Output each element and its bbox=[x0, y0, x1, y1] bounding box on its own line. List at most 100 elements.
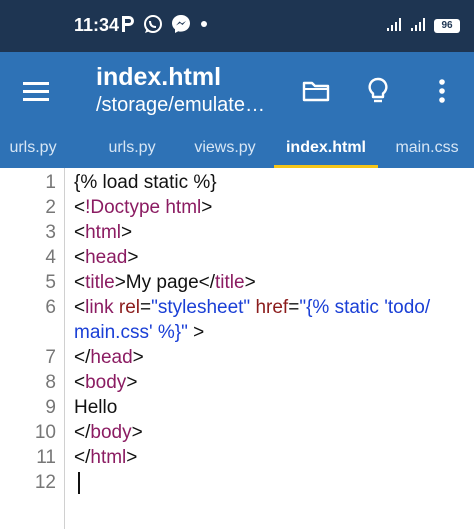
token-tag: head bbox=[90, 347, 133, 368]
signal-icon bbox=[386, 16, 404, 37]
signal-icon-2 bbox=[410, 16, 428, 37]
tab-views-py[interactable]: views.py bbox=[178, 130, 272, 168]
token-plain: < bbox=[74, 272, 86, 293]
token-plain: > bbox=[126, 372, 138, 393]
token-plain: {% load static %} bbox=[74, 172, 217, 193]
token-tag: title bbox=[215, 272, 245, 293]
file-title: index.html bbox=[96, 63, 222, 91]
parking-icon bbox=[120, 14, 136, 39]
token-plain: < bbox=[74, 197, 86, 218]
more-options-button[interactable] bbox=[422, 71, 462, 111]
code-line[interactable]: 11 </html> bbox=[0, 445, 474, 470]
code-line[interactable]: 8 <body> bbox=[0, 370, 474, 395]
whatsapp-icon bbox=[142, 13, 164, 40]
code-text: <title>My page</title> bbox=[74, 270, 256, 295]
token-plain: </ bbox=[74, 422, 91, 443]
code-line[interactable]: 4 <head> bbox=[0, 245, 474, 270]
line-number: 5 bbox=[45, 272, 56, 293]
token-plain: < bbox=[74, 247, 86, 268]
line-number: 10 bbox=[34, 422, 56, 443]
code-text: <link rel="stylesheet" href="{% static '… bbox=[74, 295, 430, 320]
code-text: main.css' %}" > bbox=[74, 320, 204, 345]
line-number: 8 bbox=[45, 372, 56, 393]
text-cursor bbox=[78, 472, 80, 494]
token-plain: </ bbox=[74, 347, 91, 368]
tab-urls-py-2[interactable]: urls.py bbox=[88, 130, 176, 168]
token-tag: !Doctype html bbox=[85, 197, 202, 218]
token-plain: > bbox=[126, 447, 138, 468]
code-text: </body> bbox=[74, 420, 143, 445]
token-plain: = bbox=[288, 297, 300, 318]
tab-urls-py-1[interactable]: urls.py bbox=[0, 130, 88, 168]
token-tag: body bbox=[90, 422, 132, 443]
code-line[interactable]: 10 </body> bbox=[0, 420, 474, 445]
token-plain: = bbox=[140, 297, 152, 318]
token-plain: < bbox=[74, 297, 86, 318]
line-number: 1 bbox=[45, 172, 56, 193]
line-number: 7 bbox=[45, 347, 56, 368]
code-editor[interactable]: 1 {% load static %} 2 <!Doctype html> 3 <html… bbox=[0, 168, 474, 529]
code-text: <body> bbox=[74, 370, 137, 395]
token-str: main.css' %}" bbox=[74, 322, 188, 343]
token-plain: > bbox=[131, 422, 143, 443]
code-text: Hello bbox=[74, 395, 117, 420]
code-line[interactable]: main.css' %}" > bbox=[0, 320, 474, 345]
line-number: 4 bbox=[45, 247, 56, 268]
token-attr: href bbox=[255, 297, 289, 318]
token-plain: > bbox=[187, 322, 205, 343]
code-line[interactable]: 9 Hello bbox=[0, 395, 474, 420]
code-line[interactable]: 12 bbox=[0, 470, 474, 495]
dot-icon bbox=[198, 17, 210, 35]
code-line[interactable]: 5 <title>My page</title> bbox=[0, 270, 474, 295]
token-plain: > bbox=[201, 197, 213, 218]
token-plain: < bbox=[74, 372, 86, 393]
token-plain: > bbox=[127, 247, 139, 268]
tab-main-css[interactable]: main.css bbox=[380, 130, 474, 168]
line-number: 11 bbox=[36, 447, 56, 468]
token-plain: > bbox=[244, 272, 256, 293]
tab-index-html[interactable]: index.html bbox=[274, 130, 378, 168]
token-tag: title bbox=[85, 272, 115, 293]
token-str: "stylesheet" bbox=[151, 297, 251, 318]
code-line[interactable]: 1 {% load static %} bbox=[0, 170, 474, 195]
code-text: {% load static %} bbox=[74, 170, 217, 195]
status-bar: 11:34 96 bbox=[0, 0, 474, 52]
open-folder-button[interactable] bbox=[296, 71, 336, 111]
token-tag: html bbox=[85, 222, 122, 243]
token-plain: > bbox=[121, 222, 133, 243]
menu-button[interactable] bbox=[14, 72, 58, 110]
token-plain: < bbox=[74, 222, 86, 243]
line-number: 9 bbox=[45, 397, 56, 418]
code-text: </head> bbox=[74, 345, 144, 370]
hint-button[interactable] bbox=[358, 71, 398, 111]
code-text: <head> bbox=[74, 245, 139, 270]
battery-icon: 96 bbox=[434, 19, 460, 33]
line-number: 2 bbox=[45, 197, 56, 218]
app-bar: index.html /storage/emulate… bbox=[0, 52, 474, 130]
lightbulb-icon bbox=[368, 77, 388, 103]
status-time: 11:34 bbox=[74, 15, 120, 35]
code-text: <html> bbox=[74, 220, 132, 245]
hamburger-menu-icon bbox=[23, 82, 49, 101]
system-icons: 96 bbox=[386, 14, 460, 38]
line-number: 3 bbox=[45, 222, 56, 243]
token-tag: head bbox=[85, 247, 128, 268]
more-vertical-icon bbox=[439, 79, 445, 103]
token-plain: > bbox=[132, 347, 144, 368]
notification-icons bbox=[120, 13, 210, 39]
token-str: "{% static 'todo/ bbox=[299, 297, 431, 318]
code-text: <!Doctype html> bbox=[74, 195, 212, 220]
code-text: </html> bbox=[74, 445, 137, 470]
folder-icon bbox=[302, 81, 330, 102]
token-plain: >My page</ bbox=[114, 272, 216, 293]
code-line[interactable]: 7 </head> bbox=[0, 345, 474, 370]
token-tag: html bbox=[90, 447, 127, 468]
messenger-icon bbox=[170, 13, 192, 40]
code-line[interactable]: 2 <!Doctype html> bbox=[0, 195, 474, 220]
code-line[interactable]: 6 <link rel="stylesheet" href="{% static … bbox=[0, 295, 474, 320]
code-line[interactable]: 3 <html> bbox=[0, 220, 474, 245]
token-plain: Hello bbox=[74, 397, 118, 418]
line-number: 12 bbox=[34, 472, 56, 493]
token-tag: link bbox=[85, 297, 114, 318]
token-attr: rel bbox=[118, 297, 141, 318]
